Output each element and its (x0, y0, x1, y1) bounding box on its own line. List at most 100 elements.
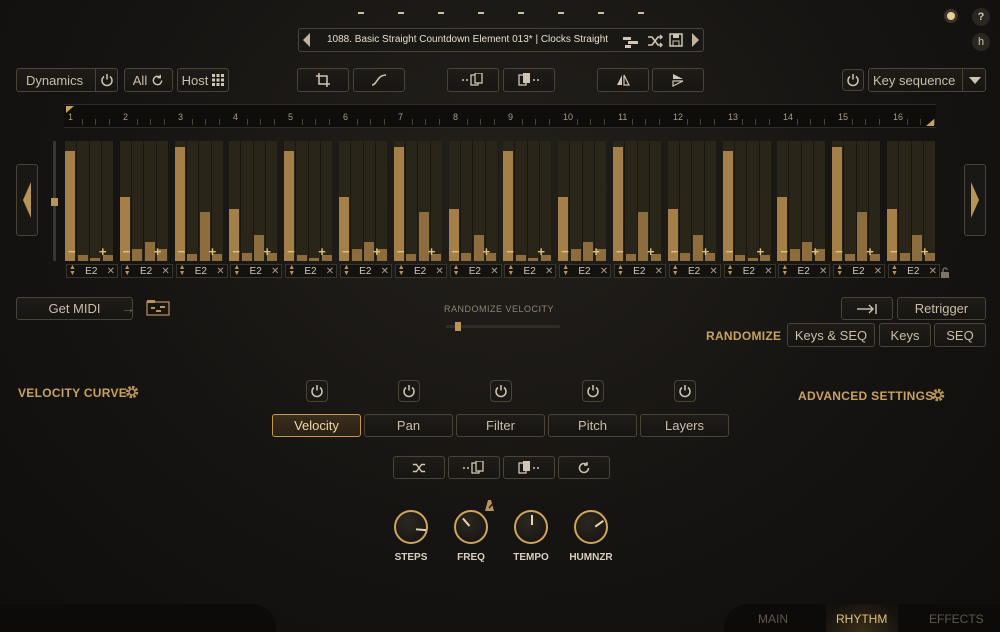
close-icon[interactable]: ✕ (545, 266, 553, 277)
next-preset-icon[interactable] (692, 33, 699, 47)
help-button[interactable]: ? (972, 8, 990, 26)
step-note-selector[interactable]: ▲ ▼ E2 ✕ (668, 264, 721, 278)
close-icon[interactable]: ✕ (271, 266, 279, 277)
velocity-bar[interactable] (241, 253, 252, 261)
close-icon[interactable]: ✕ (600, 266, 608, 277)
step-11[interactable] (613, 141, 661, 261)
step-add-icon[interactable]: + (154, 245, 162, 258)
step-add-icon[interactable]: + (592, 245, 600, 258)
status-light-icon[interactable] (944, 9, 958, 23)
bottom-tab-rhythm[interactable]: RHYTHM (836, 612, 887, 626)
velocity-bar[interactable] (680, 253, 691, 261)
note-stepper-icon[interactable]: ▲ ▼ (288, 264, 295, 277)
reset-button[interactable] (558, 456, 610, 479)
step-remove-icon[interactable]: − (780, 245, 788, 258)
preset-name[interactable]: 1088. Basic Straight Countdown Element 0… (327, 34, 625, 48)
step-4[interactable] (229, 141, 278, 261)
close-icon[interactable]: ✕ (819, 266, 827, 277)
velocity-bar[interactable] (406, 254, 417, 261)
velocity-bar[interactable] (625, 254, 636, 261)
velocity-bar[interactable] (899, 253, 910, 261)
note-stepper-icon[interactable]: ▲ ▼ (507, 264, 514, 277)
key-sequence-power-button[interactable] (842, 69, 864, 91)
step-note-selector[interactable]: ▲ ▼ E2 ✕ (723, 264, 776, 278)
all-button[interactable]: All (124, 68, 173, 92)
step-12[interactable] (667, 141, 716, 261)
step-add-icon[interactable]: + (921, 245, 929, 258)
step-remove-icon[interactable]: − (726, 245, 734, 258)
note-stepper-icon[interactable]: ▲ ▼ (343, 264, 350, 277)
velocity-curve-gear-icon[interactable] (123, 383, 141, 406)
step-add-icon[interactable]: + (483, 245, 491, 258)
step-10[interactable] (558, 141, 607, 261)
velocity-bar[interactable] (296, 255, 307, 261)
step-remove-icon[interactable]: − (561, 245, 569, 258)
humnzr-knob[interactable] (574, 510, 608, 544)
velocity-bar[interactable] (461, 253, 472, 261)
tab-pitch[interactable]: Pitch (548, 414, 637, 437)
step-remove-icon[interactable]: − (68, 245, 76, 258)
step-8[interactable] (448, 141, 497, 261)
note-stepper-icon[interactable]: ▲ ▼ (617, 264, 624, 277)
close-icon[interactable]: ✕ (435, 266, 443, 277)
close-icon[interactable]: ✕ (764, 266, 772, 277)
note-stepper-icon[interactable]: ▲ ▼ (233, 264, 240, 277)
step-note-selector[interactable]: ▲ ▼ E2 ✕ (340, 264, 392, 278)
close-icon[interactable]: ✕ (161, 266, 169, 277)
tab-power-button[interactable] (306, 380, 328, 402)
step-add-icon[interactable]: + (537, 245, 545, 258)
steps-zoom-handle[interactable] (51, 198, 58, 206)
note-stepper-icon[interactable]: ▲ ▼ (781, 264, 788, 277)
tab-layers[interactable]: Layers (640, 414, 729, 437)
step-16[interactable] (887, 141, 935, 261)
get-midi-button[interactable]: Get MIDI (16, 297, 133, 320)
note-stepper-icon[interactable]: ▲ ▼ (562, 264, 569, 277)
step-note-selector[interactable]: ▲ ▼ E2 ✕ (394, 264, 447, 278)
note-stepper-icon[interactable]: ▲ ▼ (69, 264, 76, 277)
advanced-settings-gear-icon[interactable] (929, 386, 947, 409)
step-remove-icon[interactable]: − (287, 245, 295, 258)
step-remove-icon[interactable]: − (890, 245, 898, 258)
close-icon[interactable]: ✕ (216, 266, 224, 277)
close-icon[interactable]: ✕ (326, 266, 334, 277)
tab-filter[interactable]: Filter (456, 414, 545, 437)
step-remove-icon[interactable]: − (452, 245, 460, 258)
close-icon[interactable]: ✕ (929, 266, 937, 277)
step-ruler[interactable]: 1 2 3 4 5 6 7 8 9 10 11 12 13 14 15 16 (64, 104, 936, 128)
step-note-selector[interactable]: ▲ ▼ E2 ✕ (559, 264, 612, 278)
step-add-icon[interactable]: + (373, 245, 381, 258)
save-preset-icon[interactable] (669, 33, 683, 52)
step-note-selector[interactable]: ▲ ▼ E2 ✕ (504, 264, 557, 278)
chevron-down-icon[interactable] (962, 69, 987, 91)
retrigger-button[interactable]: Retrigger (897, 297, 986, 320)
step-add-icon[interactable]: + (318, 245, 326, 258)
note-stepper-icon[interactable]: ▲ ▼ (891, 264, 898, 277)
mirror-button[interactable] (597, 68, 649, 92)
scroll-right-button[interactable] (964, 164, 986, 236)
step-add-icon[interactable]: + (702, 245, 710, 258)
velocity-bar[interactable] (735, 255, 746, 261)
tempo-knob[interactable] (514, 510, 548, 544)
shuffle-preset-icon[interactable] (647, 33, 663, 54)
steps-knob[interactable] (394, 510, 428, 544)
randomize-velocity-slider[interactable] (446, 325, 560, 328)
step-15[interactable] (832, 141, 881, 261)
tab-velocity[interactable]: Velocity (272, 414, 361, 437)
close-icon[interactable]: ✕ (490, 266, 498, 277)
lock-icon[interactable] (940, 266, 952, 284)
step-7[interactable] (393, 141, 442, 261)
close-icon[interactable]: ✕ (655, 266, 663, 277)
step-14[interactable] (777, 141, 826, 261)
tab-power-button[interactable] (398, 380, 420, 402)
step-remove-icon[interactable]: − (616, 245, 624, 258)
bottom-tab-main[interactable]: MAIN (758, 612, 788, 626)
tab-power-button[interactable] (582, 380, 604, 402)
step-13[interactable] (722, 141, 771, 261)
note-stepper-icon[interactable]: ▲ ▼ (124, 264, 131, 277)
note-stepper-icon[interactable]: ▲ ▼ (179, 264, 186, 277)
step-remove-icon[interactable]: − (178, 245, 186, 258)
velocity-bar[interactable] (789, 249, 800, 261)
step-note-selector[interactable]: ▲ ▼ E2 ✕ (285, 264, 338, 278)
step-add-icon[interactable]: + (757, 245, 765, 258)
step-note-selector[interactable]: ▲ ▼ E2 ✕ (778, 264, 831, 278)
